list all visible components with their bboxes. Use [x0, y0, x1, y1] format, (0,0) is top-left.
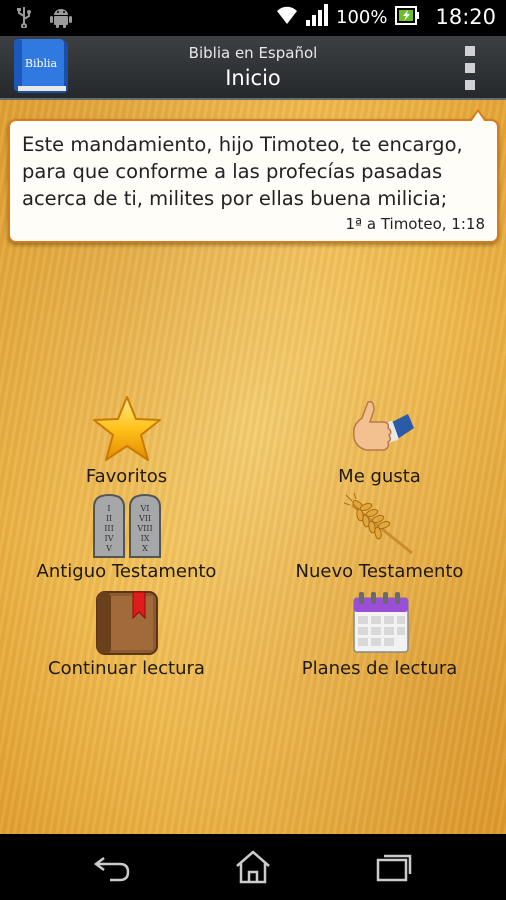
tablet-numeral: V [105, 544, 112, 553]
menu-dot [465, 46, 475, 56]
menu-label: Nuevo Testamento [295, 561, 464, 582]
signal-icon [306, 4, 328, 30]
star-icon [92, 396, 161, 461]
wheat-icon [343, 493, 413, 555]
tablet-numeral: III [104, 524, 113, 533]
navigation-bar [0, 834, 506, 900]
verse-reference: 1ª a Timoteo, 1:18 [345, 215, 485, 233]
page-title: Inicio [225, 66, 281, 90]
menu-label: Favoritos [85, 466, 168, 487]
tablet-numeral: VI [139, 504, 149, 513]
menu-favoritos[interactable]: Favoritos [0, 394, 253, 487]
menu-continuar-lectura[interactable]: Continuar lectura [0, 590, 253, 679]
action-bar: Biblia Biblia en Español Inicio [0, 36, 506, 100]
verse-text: Este mandamiento, hijo Timoteo, te encar… [22, 133, 463, 210]
tablet-numeral: VIII [136, 524, 152, 533]
stone-tablets-icon: IIIIIIIVVVIVIIVIIIIXX [92, 493, 161, 558]
tablet-numeral: VII [137, 514, 150, 523]
thumbs-up-icon [352, 400, 414, 451]
menu-label: Me gusta [338, 466, 421, 487]
menu-label: Continuar lectura [48, 658, 205, 679]
calendar-icon [352, 592, 409, 653]
menu-dot [465, 80, 475, 90]
back-button[interactable] [88, 850, 138, 884]
recent-apps-button[interactable] [368, 850, 418, 884]
battery-charging-icon [395, 4, 420, 30]
main-content: Este mandamiento, hijo Timoteo, te encar… [0, 100, 506, 834]
battery-percent: 100% [336, 6, 388, 28]
bookmark-book-icon [95, 591, 158, 655]
wifi-icon [276, 5, 298, 29]
app-subtitle: Biblia en Español [188, 44, 318, 62]
menu-dot [465, 63, 475, 73]
overflow-menu-button[interactable] [460, 46, 480, 90]
menu-me-gusta[interactable]: Me gusta [253, 394, 506, 487]
daily-verse-card[interactable]: Este mandamiento, hijo Timoteo, te encar… [8, 109, 499, 243]
tablet-numeral: II [105, 514, 111, 523]
tablet-numeral: I [107, 504, 110, 513]
callout-tail [469, 109, 487, 122]
clock: 18:20 [435, 5, 496, 29]
menu-label: Planes de lectura [301, 658, 458, 679]
home-icon [236, 850, 270, 884]
menu-antiguo-testamento[interactable]: I II III IV V VI VII VIII IX X Antiguo Testamento [0, 493, 253, 582]
recent-apps-icon [376, 854, 412, 882]
back-icon [93, 857, 130, 882]
tablet-numeral: IX [140, 534, 149, 543]
home-button[interactable] [228, 850, 278, 884]
menu-planes-de-lectura[interactable]: Planes de lectura [253, 590, 506, 679]
status-bar: 100% 18:20 [0, 0, 506, 36]
menu-nuevo-testamento[interactable]: Nuevo Testamento [253, 493, 506, 582]
tablet-numeral: IV [104, 534, 113, 543]
menu-label: Antiguo Testamento [36, 561, 217, 582]
android-icon [50, 6, 72, 32]
usb-icon [16, 6, 32, 32]
tablet-numeral: X [142, 544, 148, 553]
